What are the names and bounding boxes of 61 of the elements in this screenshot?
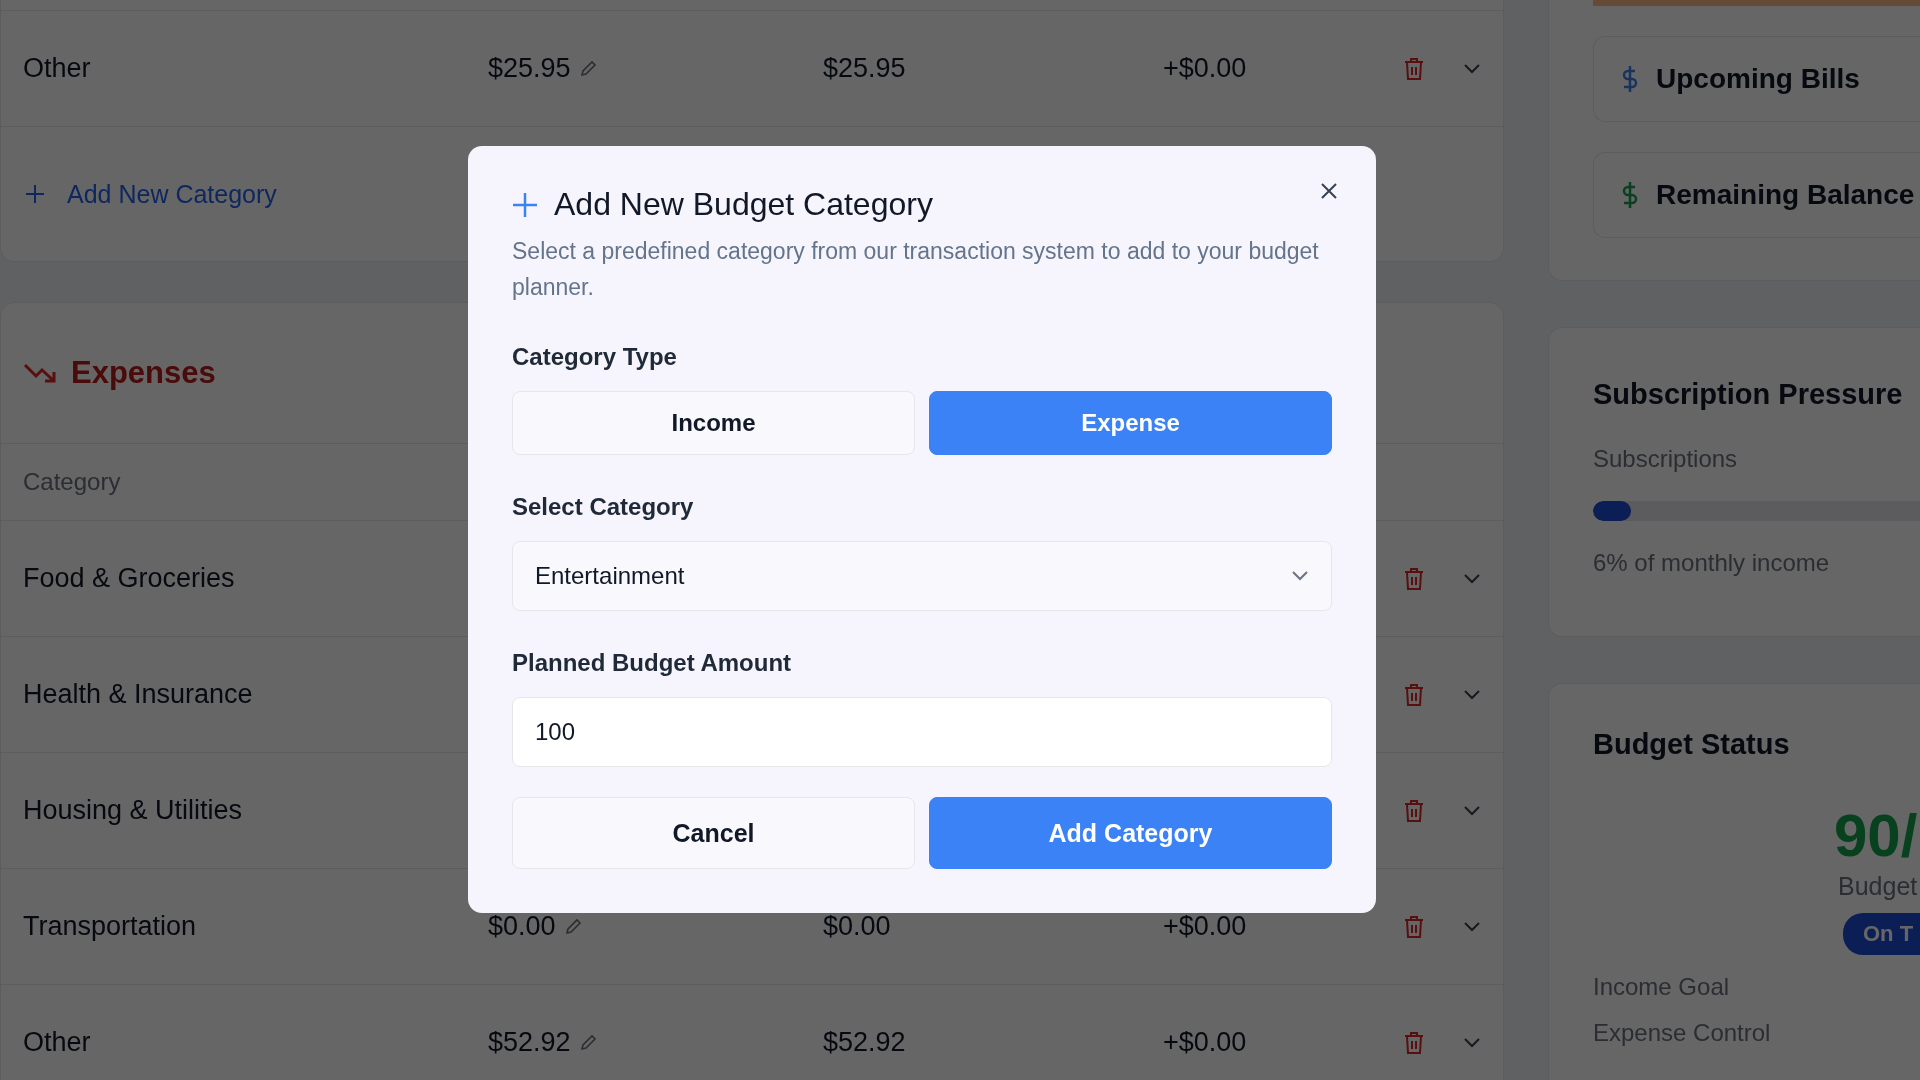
add-category-button[interactable]: Add Category (929, 797, 1332, 869)
category-select[interactable]: Entertainment (512, 541, 1332, 611)
chevron-down-icon[interactable] (1463, 920, 1481, 933)
section-title: Expenses (71, 355, 216, 391)
difference-amount: +$0.00 (1163, 1027, 1247, 1057)
quick-link-label: Remaining Balance (1656, 179, 1915, 211)
column-header: Category (23, 468, 121, 496)
amount-input[interactable]: 100 (512, 697, 1332, 767)
trash-icon[interactable] (1403, 682, 1425, 707)
metric-label: Income Goal (1593, 973, 1731, 1001)
score-label: Budget (1837, 872, 1919, 901)
income-share-note: 6% of monthly income (1593, 549, 1831, 577)
card-title: Subscription Pressure (1593, 378, 1904, 411)
trash-icon[interactable] (1403, 914, 1425, 939)
card-title: Budget Status (1593, 728, 1791, 761)
category-name: Transportation (23, 911, 198, 942)
cancel-button[interactable]: Cancel (512, 797, 915, 869)
dialog-description: Select a predefined category from our transaction system to add to your budget planner. (512, 237, 1320, 302)
pencil-icon[interactable] (578, 59, 597, 78)
difference-amount: +$0.00 (1163, 911, 1247, 941)
pencil-icon[interactable] (578, 1033, 597, 1052)
metric-label: Subscriptions (1593, 445, 1739, 473)
trash-icon[interactable] (1403, 566, 1425, 591)
chevron-down-icon[interactable] (1463, 62, 1481, 75)
plus-icon (512, 191, 538, 218)
dialog-title: Add New Budget Category (554, 186, 933, 223)
trash-icon[interactable] (1403, 798, 1425, 823)
category-name: Health & Insurance (23, 679, 254, 710)
planned-amount: $0.00 (488, 911, 556, 942)
trending-down-icon (23, 362, 57, 384)
trash-icon[interactable] (1403, 1030, 1425, 1055)
chevron-down-icon (1291, 570, 1309, 582)
trash-icon[interactable] (1403, 56, 1425, 81)
status-badge: On T (1843, 913, 1920, 955)
budget-score: 90/ (1833, 801, 1919, 870)
type-toggle[interactable]: Expense (929, 391, 1332, 455)
quick-link[interactable]: Upcoming Bills (1593, 36, 1920, 122)
plus-icon[interactable] (25, 184, 45, 204)
actual-amount: $52.92 (823, 1027, 906, 1057)
planned-amount: $52.92 (488, 1027, 571, 1058)
difference-amount: +$0.00 (1163, 53, 1247, 83)
category-name: Housing & Utilities (23, 795, 244, 826)
quick-link-label: Upcoming Bills (1656, 63, 1860, 95)
planned-amount: $25.95 (488, 53, 571, 84)
pencil-icon[interactable] (563, 917, 582, 936)
category-name: Other (23, 53, 92, 84)
quick-link[interactable]: Remaining Balance (1593, 152, 1920, 238)
actual-amount: $0.00 (823, 911, 891, 941)
add-category-link[interactable]: Add New Category (67, 179, 277, 209)
metric-label: Expense Control (1593, 1019, 1772, 1047)
type-toggle[interactable]: Income (512, 391, 915, 455)
category-name: Food & Groceries (23, 563, 236, 594)
chevron-down-icon[interactable] (1463, 688, 1481, 701)
field-label: Category Type (512, 343, 678, 371)
category-name: Other (23, 1027, 92, 1058)
actual-amount: $25.95 (823, 53, 906, 83)
field-label: Planned Budget Amount (512, 649, 793, 677)
field-label: Select Category (512, 493, 695, 521)
chevron-down-icon[interactable] (1463, 572, 1481, 585)
chevron-down-icon[interactable] (1463, 804, 1481, 817)
chevron-down-icon[interactable] (1463, 1036, 1481, 1049)
